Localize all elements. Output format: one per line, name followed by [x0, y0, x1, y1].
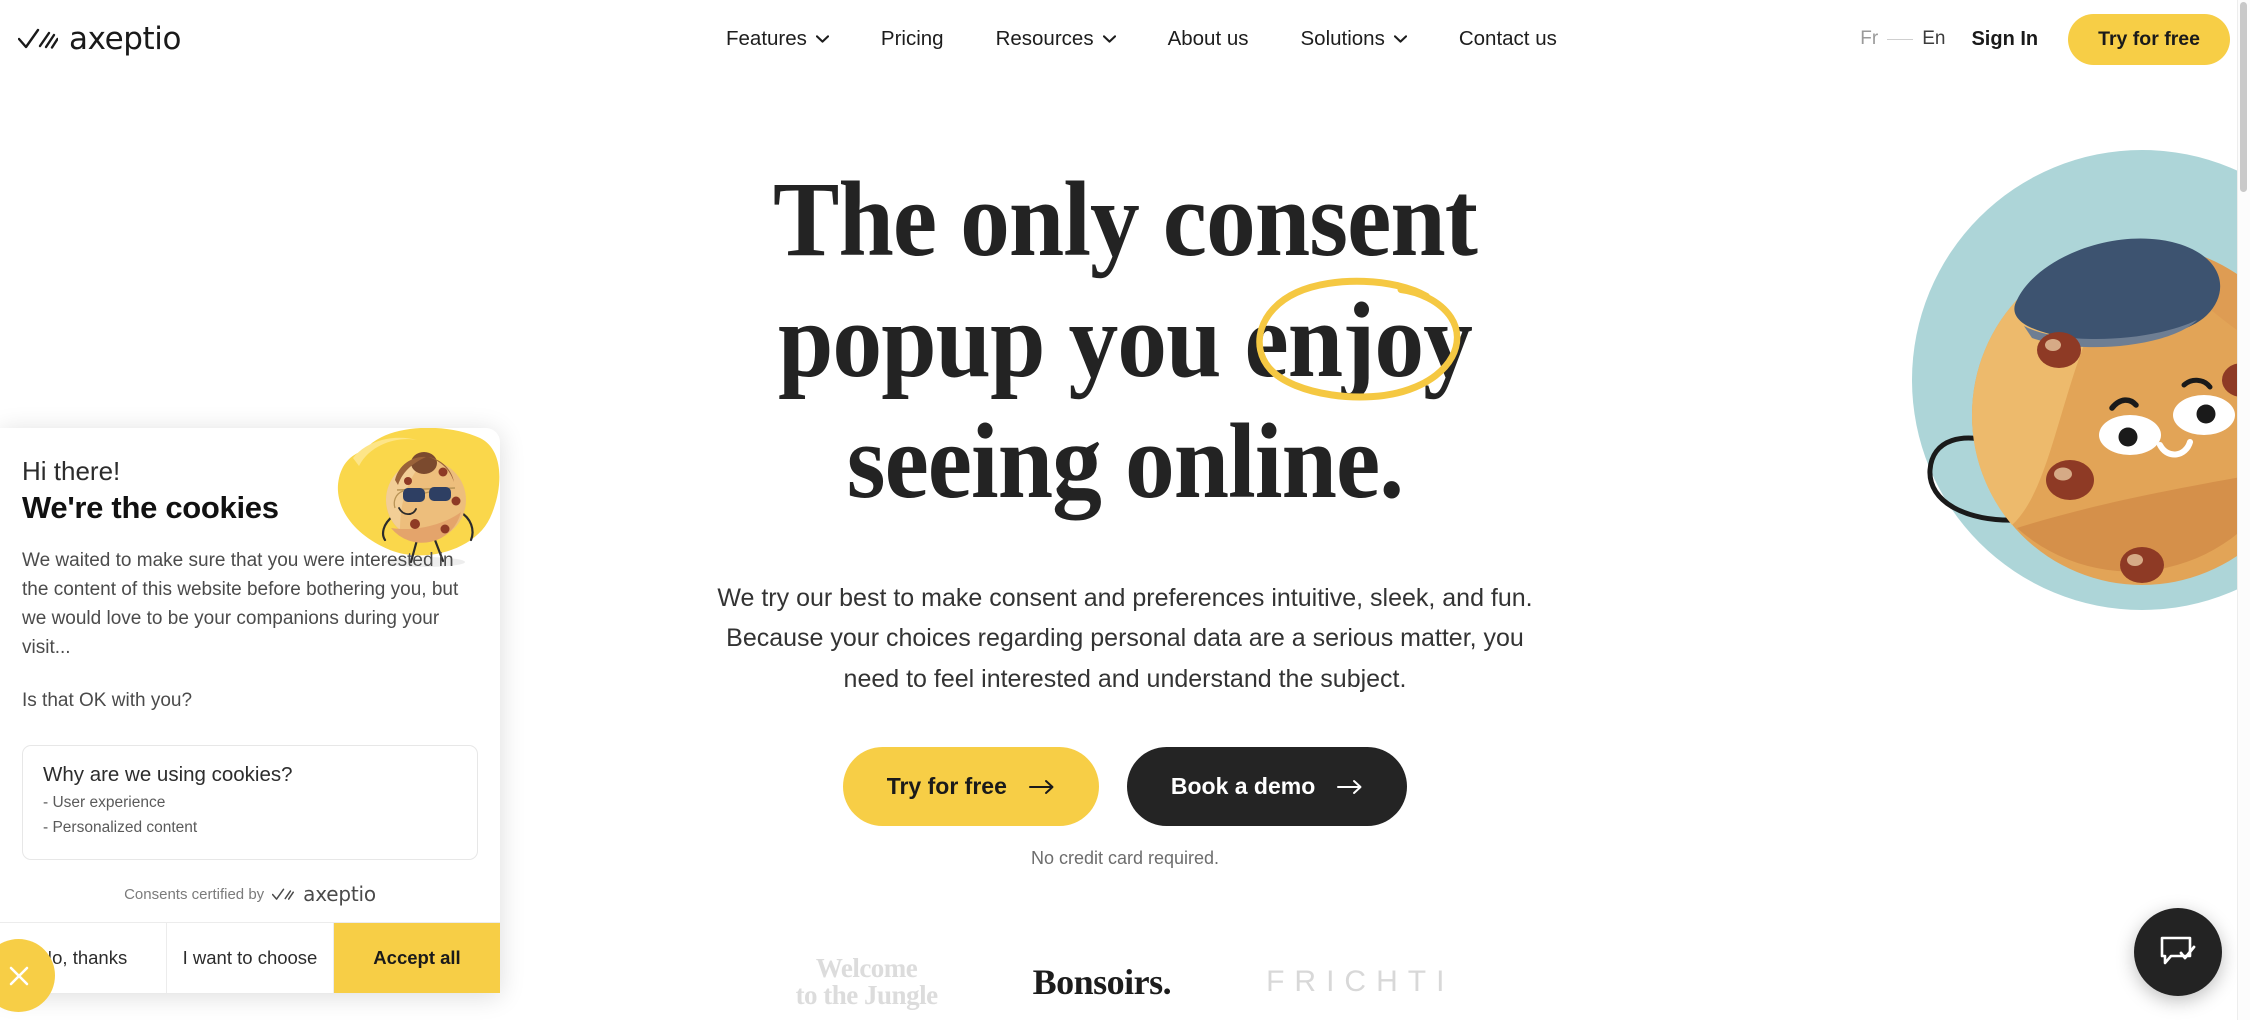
certified-text: Consents certified by — [124, 885, 265, 903]
headline-line-2-text: popup you — [778, 281, 1245, 400]
cookie-accept-all-button[interactable]: Accept all — [334, 923, 500, 994]
site-header: axeptio Features Pricing Resources About… — [0, 0, 2250, 78]
hero-book-a-demo-button[interactable]: Book a demo — [1126, 747, 1408, 827]
nav-label-about-us: About us — [1167, 27, 1249, 50]
headline-highlight-text: enjoy — [1244, 281, 1472, 400]
header-try-for-free-button[interactable]: Try for free — [2068, 13, 2230, 65]
nav-item-pricing[interactable]: Pricing — [855, 0, 970, 78]
cookie-widget-title: We're the cookies — [22, 490, 279, 525]
nav-label-solutions: Solutions — [1300, 27, 1385, 50]
cookie-widget-paragraph: We waited to make sure that you were int… — [22, 550, 459, 659]
nav-label-features: Features — [726, 27, 807, 50]
language-separator — [1887, 38, 1914, 40]
chevron-down-icon — [1393, 35, 1407, 43]
headline-line-1: The only consent — [773, 161, 1478, 279]
close-icon — [9, 966, 28, 985]
page-scrollbar-thumb[interactable] — [2240, 2, 2247, 192]
wtj-line-1: Welcome — [815, 953, 918, 983]
chat-widget-button[interactable] — [2134, 908, 2222, 996]
headline-line-2: popup you enjoy — [79, 278, 2172, 402]
axeptio-check-icon — [18, 28, 58, 49]
cookie-widget-body: Hi there! We're the cookies We waited to… — [0, 428, 500, 720]
hero-try-for-free-label: Try for free — [886, 773, 1007, 800]
wtj-line-2: to the Jungle — [795, 980, 939, 1010]
hero-try-for-free-button[interactable]: Try for free — [842, 747, 1099, 827]
language-switcher[interactable]: Fr En — [1860, 28, 1945, 50]
nav-item-solutions[interactable]: Solutions — [1275, 0, 1433, 78]
language-option-en[interactable]: En — [1922, 28, 1945, 50]
cookie-widget-question: Is that OK with you? — [22, 690, 193, 712]
cookie-widget-purpose-box: Why are we using cookies? - User experie… — [22, 745, 478, 861]
arrow-right-icon — [1337, 779, 1362, 794]
nav-label-contact-us: Contact us — [1458, 27, 1557, 50]
nav-item-contact-us[interactable]: Contact us — [1433, 0, 1583, 78]
logo-text: axeptio — [69, 21, 182, 57]
nav-item-about-us[interactable]: About us — [1142, 0, 1275, 78]
cookie-purpose-item: - Personalized content — [43, 819, 198, 837]
main-navigation: Features Pricing Resources About us Solu… — [700, 0, 1583, 78]
nav-item-features[interactable]: Features — [700, 0, 855, 78]
axeptio-check-icon — [272, 888, 295, 900]
cookie-widget-certified-by: Consents certified by axeptio — [0, 882, 500, 906]
header-actions: Fr En Sign In Try for free — [1860, 0, 2230, 78]
partner-logo-frichti: FRICHTI — [1266, 965, 1455, 998]
headline-highlight-wrap: enjoy — [1244, 278, 1473, 402]
language-option-fr[interactable]: Fr — [1860, 28, 1878, 50]
hero-book-a-demo-label: Book a demo — [1170, 773, 1316, 800]
nav-item-resources[interactable]: Resources — [970, 0, 1142, 78]
arrow-right-icon — [1028, 779, 1054, 794]
sign-in-link[interactable]: Sign In — [1971, 28, 2038, 51]
certified-brand: axeptio — [303, 882, 376, 907]
logo[interactable]: axeptio — [18, 0, 181, 78]
nav-label-pricing: Pricing — [880, 27, 944, 50]
nav-label-resources: Resources — [995, 27, 1094, 50]
cookie-choose-button[interactable]: I want to choose — [167, 923, 334, 994]
cookie-purpose-item: - User experience — [43, 794, 166, 812]
cookie-widget-actions: No, thanks I want to choose Accept all — [0, 922, 500, 994]
cookie-consent-widget: Hi there! We're the cookies We waited to… — [0, 428, 500, 994]
cookie-purpose-title: Why are we using cookies? — [43, 763, 293, 787]
partner-logo-bonsoirs: Bonsoirs. — [1032, 962, 1172, 1002]
chevron-down-icon — [815, 35, 829, 43]
chat-bubble-check-icon — [2160, 936, 2196, 965]
partner-logo-welcome-to-the-jungle: Welcome to the Jungle — [795, 953, 939, 1010]
chevron-down-icon — [1102, 35, 1116, 43]
cookie-widget-greeting: Hi there! — [22, 456, 121, 486]
